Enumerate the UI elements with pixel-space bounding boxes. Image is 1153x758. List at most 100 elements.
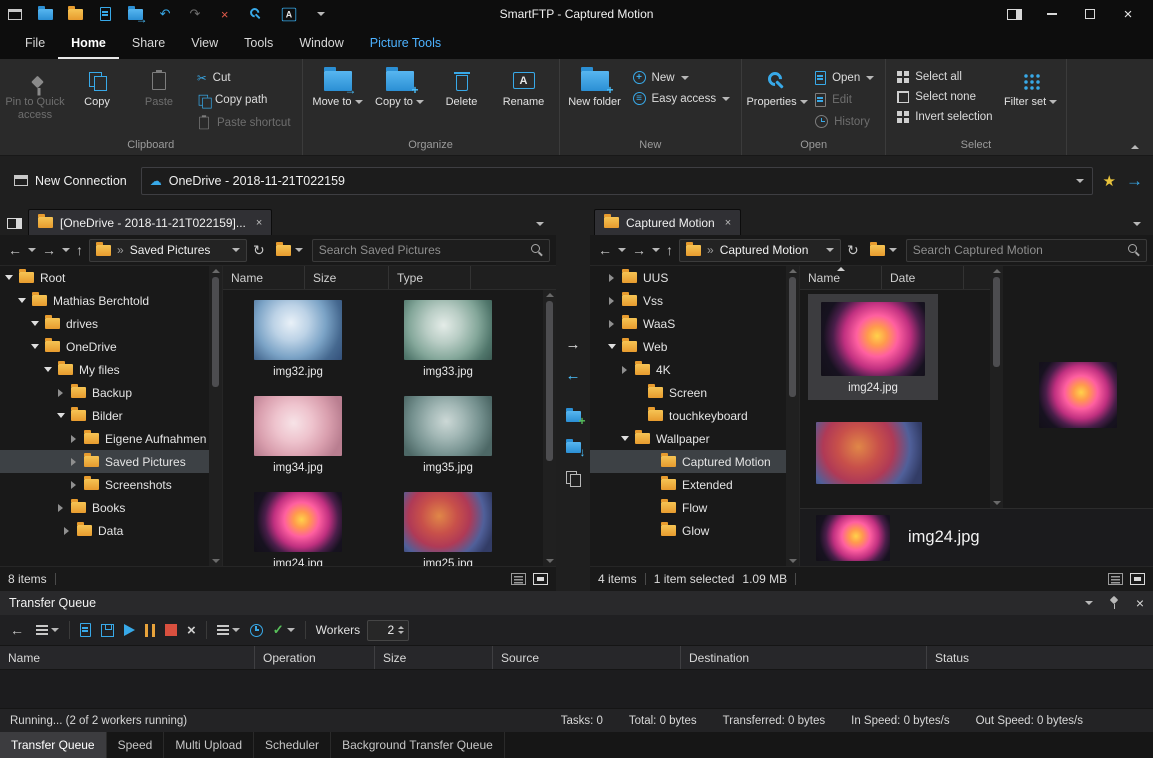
redo-icon[interactable]: ↷ [187,5,202,23]
tab-share[interactable]: Share [119,28,178,59]
forward-icon[interactable]: → [630,242,648,258]
file-list-scrollbar[interactable] [543,290,556,566]
connection-dropdown-icon[interactable] [1076,179,1084,183]
new-remote-browser-icon[interactable] [38,5,53,23]
remote-search-input[interactable] [913,243,1123,257]
cut-button[interactable]: ✂ Cut [194,69,294,87]
local-search-input[interactable] [319,243,526,257]
column-date[interactable]: Date [882,266,964,289]
address-dropdown-icon[interactable] [232,248,240,252]
tree-item[interactable]: drives [0,312,209,335]
easy-access-button[interactable]: ≡ Easy access [630,90,734,107]
file-item[interactable]: img25.jpg [404,492,492,566]
tree-item[interactable]: Screen [590,381,786,404]
select-all-button[interactable]: Select all [894,69,995,85]
address-dropdown-icon[interactable] [826,248,834,252]
file-item[interactable]: img34.jpg [254,396,342,474]
details-view-icon[interactable] [1108,573,1123,585]
properties-button[interactable]: Properties [746,61,808,133]
customize-toolbar-chevron-icon[interactable] [313,5,328,23]
tab-list-chevron-icon[interactable] [1133,215,1149,235]
new-local-browser-icon[interactable] [68,5,83,23]
thumbnail-view-icon[interactable] [533,573,548,585]
close-panel-icon[interactable]: × [1136,595,1144,611]
tools-wrench-icon[interactable] [247,5,265,23]
open-button[interactable]: Open [812,69,877,87]
tree-item[interactable]: Books [0,496,209,519]
column-type[interactable]: Type [389,266,471,289]
filter-set-button[interactable]: Filter set [1000,61,1062,133]
back-history-chevron-icon[interactable] [618,248,626,252]
file-list-scrollbar[interactable] [990,266,1003,508]
add-file-icon[interactable] [80,623,91,637]
tree-item[interactable]: Glow [590,519,786,542]
copy-button[interactable]: Copy [66,61,128,133]
new-folder-button[interactable]: + New folder [564,61,626,133]
tree-item[interactable]: OneDrive [0,335,209,358]
sync-folder-download-icon[interactable]: ↓ [561,436,585,458]
folder-picker-button[interactable] [271,239,308,262]
tree-item[interactable]: Mathias Berchtold [0,289,209,312]
file-item[interactable]: img35.jpg [404,396,492,474]
tree-item-selected[interactable]: Saved Pictures [0,450,209,473]
collapse-ribbon-chevron-icon[interactable] [1131,145,1139,149]
remove-item-icon[interactable]: × [187,622,196,639]
save-queue-icon[interactable] [101,624,114,637]
column-size[interactable]: Size [305,266,389,289]
tree-item[interactable]: Screenshots [0,473,209,496]
layout-panel-button[interactable] [997,1,1031,27]
tab-scheduler[interactable]: Scheduler [254,732,331,758]
schedule-icon[interactable] [250,624,263,637]
new-document-icon[interactable] [98,5,113,23]
undo-icon[interactable]: ↶ [158,5,173,23]
remote-address-bar[interactable]: » Captured Motion [679,239,841,262]
spinner-down-icon[interactable] [398,631,404,634]
connect-go-icon[interactable]: → [1126,171,1143,191]
pin-panel-icon[interactable] [1109,596,1120,610]
folder-picker-button[interactable] [865,239,902,262]
tab-file[interactable]: File [12,28,58,59]
rename-icon[interactable]: A [280,5,298,23]
remote-browser-tab[interactable]: Captured Motion × [594,209,741,235]
local-address-bar[interactable]: » Saved Pictures [89,239,247,262]
details-view-icon[interactable] [511,573,526,585]
sync-folder-add-icon[interactable]: + [561,405,585,427]
tree-scrollbar[interactable] [786,266,799,566]
thumbnail-view-icon[interactable] [1130,573,1145,585]
tab-picture-tools[interactable]: Picture Tools [357,28,454,59]
maximize-button[interactable] [1073,1,1107,27]
close-button[interactable]: × [1111,1,1145,27]
queue-column-size[interactable]: Size [375,646,493,669]
back-icon[interactable]: ← [6,242,24,258]
open-folder-icon[interactable]: → [128,5,143,23]
pin-to-quick-access-button[interactable]: Pin to Quick access [4,61,66,133]
move-to-button[interactable]: → Move to [307,61,369,133]
tree-item-selected[interactable]: Captured Motion [590,450,786,473]
column-name[interactable]: Name [800,266,882,289]
refresh-icon[interactable]: ↻ [251,242,267,259]
file-item[interactable]: img24.jpg [254,492,342,566]
queue-menu-button[interactable] [36,625,59,635]
connection-combobox[interactable]: ☁ OneDrive - 2018-11-21T022159 [141,167,1093,195]
up-icon[interactable]: ↑ [664,242,675,258]
queue-item-list[interactable] [0,670,1153,708]
tab-list-chevron-icon[interactable] [536,215,552,235]
tree-item[interactable]: WaaS [590,312,786,335]
tab-view[interactable]: View [178,28,231,59]
queue-column-source[interactable]: Source [493,646,681,669]
panel-menu-chevron-icon[interactable] [1085,601,1093,605]
tree-item[interactable]: UUS [590,266,786,289]
tab-background-transfer-queue[interactable]: Background Transfer Queue [331,732,505,758]
upload-arrow-icon[interactable]: → [561,333,585,355]
queue-column-status[interactable]: Status [927,646,1153,669]
forward-history-chevron-icon[interactable] [652,248,660,252]
view-options-button[interactable] [217,625,240,635]
close-tab-icon[interactable]: × [722,217,731,229]
queue-back-icon[interactable]: ← [8,622,26,638]
tab-speed[interactable]: Speed [107,732,165,758]
verify-button[interactable]: ✓ [273,622,295,638]
rename-button[interactable]: A Rename [493,61,555,133]
tree-item[interactable]: Root [0,266,209,289]
refresh-icon[interactable]: ↻ [845,242,861,259]
new-connection-button[interactable]: New Connection [10,170,131,192]
